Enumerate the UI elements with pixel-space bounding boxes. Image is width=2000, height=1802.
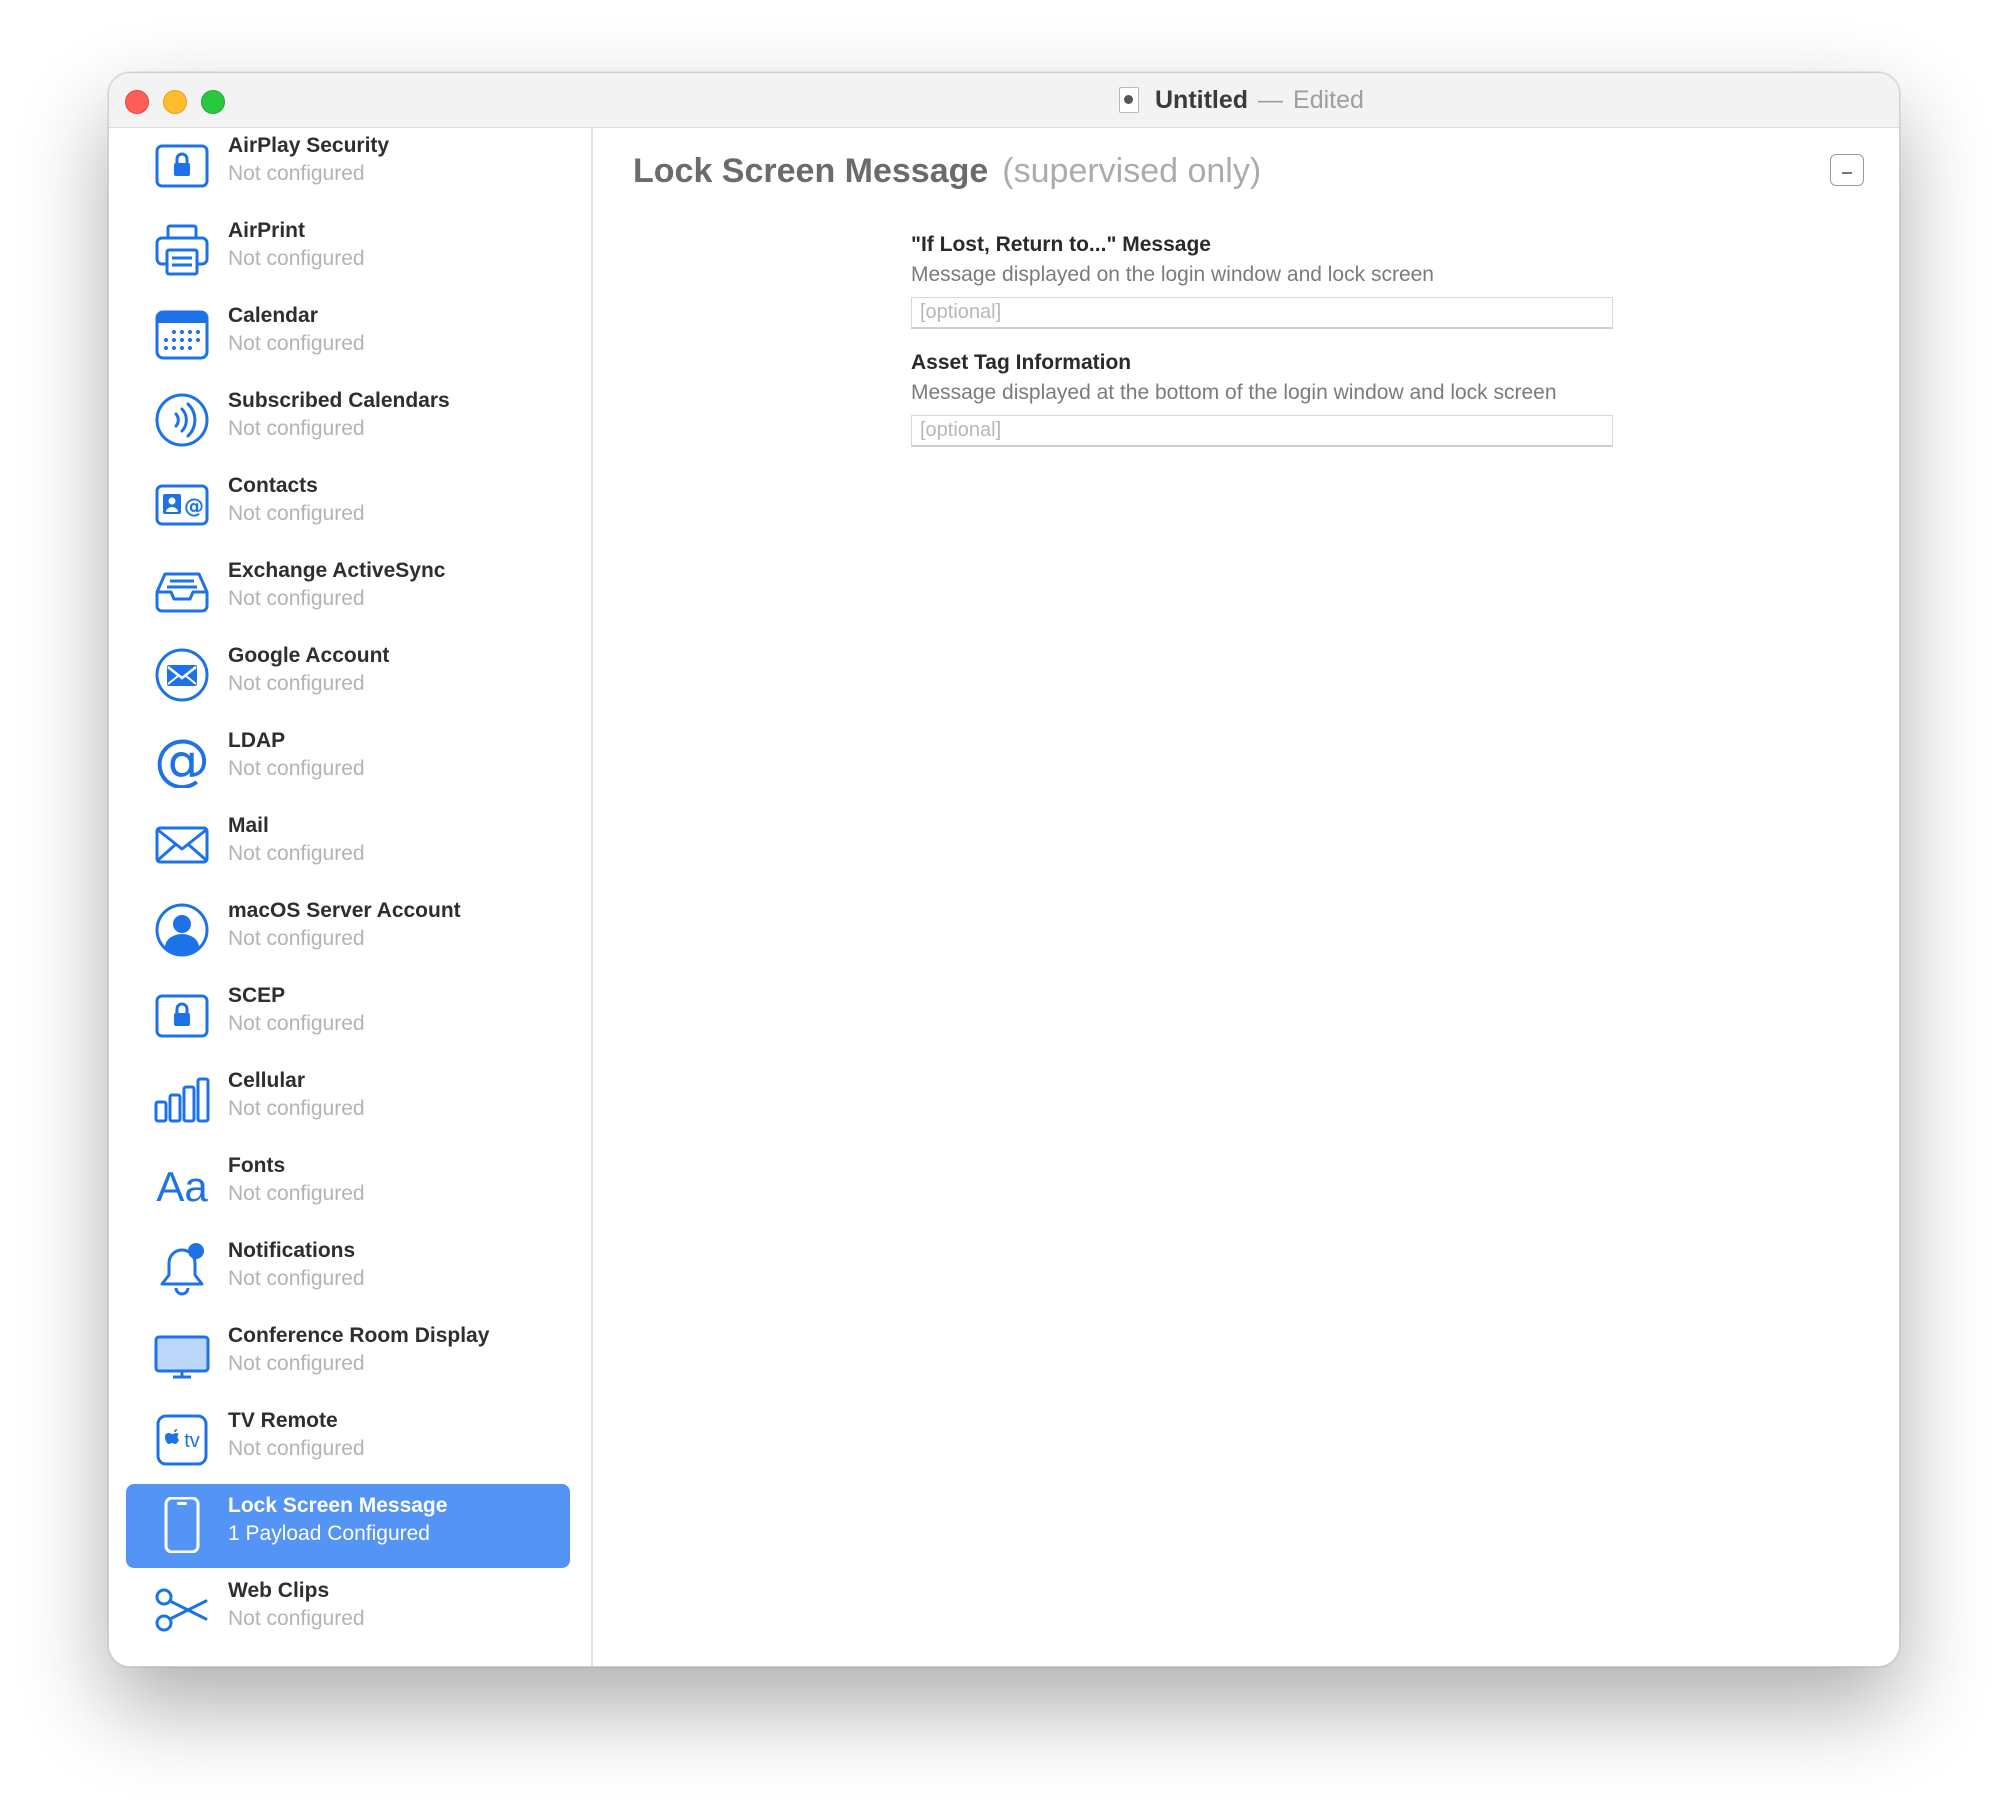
sidebar-item-title: Web Clips — [228, 1579, 330, 1602]
contact-card-icon: @ — [154, 477, 210, 533]
apple-tv-icon: tv — [154, 1412, 210, 1468]
sidebar-item-web-clips[interactable]: Web Clips Not configured — [126, 1569, 570, 1653]
display-icon — [154, 1327, 210, 1383]
iphone-icon — [154, 1497, 210, 1553]
sidebar-item-title: Notifications — [228, 1239, 356, 1262]
title-bar: Untitled — Edited — [109, 73, 1899, 128]
document-name[interactable]: Untitled — [1155, 86, 1248, 115]
sidebar-item-ldap[interactable]: @ LDAP Not configured — [126, 719, 570, 803]
sidebar-item-status: Not configured — [228, 1012, 365, 1035]
sidebar-item-airplay-security[interactable]: AirPlay Security Not configured — [126, 128, 570, 208]
sidebar-item-conference-room-display[interactable]: Conference Room Display Not configured — [126, 1314, 570, 1398]
sidebar-item-status: Not configured — [228, 1352, 365, 1375]
sidebar-item-status: Not configured — [228, 1437, 365, 1460]
edited-status: Edited — [1293, 85, 1364, 114]
sidebar-item-fonts[interactable]: Aa Fonts Not configured — [126, 1144, 570, 1228]
sidebar-item-title: Subscribed Calendars — [228, 389, 450, 412]
sidebar-item-title: TV Remote — [228, 1409, 338, 1432]
svg-text:tv: tv — [184, 1430, 200, 1452]
sidebar-item-calendar[interactable]: Calendar Not configured — [126, 294, 570, 378]
payload-title: Lock Screen Message (supervised only) — [633, 152, 1261, 191]
svg-text:@: @ — [184, 494, 204, 518]
close-window-button[interactable] — [125, 90, 149, 114]
sidebar-item-title: LDAP — [228, 729, 286, 752]
sidebar-item-status: 1 Payload Configured — [228, 1522, 430, 1545]
lost-message-input[interactable] — [911, 297, 1613, 329]
sidebar-item-title: Google Account — [228, 644, 390, 667]
minimize-window-button[interactable] — [163, 90, 187, 114]
document-proxy-icon[interactable] — [1119, 87, 1139, 113]
sidebar-item-exchange-activesync[interactable]: Exchange ActiveSync Not configured — [126, 549, 570, 633]
sidebar-item-scep[interactable]: SCEP Not configured — [126, 974, 570, 1058]
payload-name: Lock Screen Message — [633, 152, 989, 190]
sidebar-item-title: Fonts — [228, 1154, 286, 1177]
broadcast-icon — [154, 392, 210, 448]
sidebar-item-airprint[interactable]: AirPrint Not configured — [126, 209, 570, 293]
sidebar-item-status: Not configured — [228, 1607, 365, 1630]
sidebar-item-title: Lock Screen Message — [228, 1494, 448, 1517]
sidebar-item-notifications[interactable]: Notifications Not configured — [126, 1229, 570, 1313]
sidebar-item-tv-remote[interactable]: tv TV Remote Not configured — [126, 1399, 570, 1483]
sidebar-item-status: Not configured — [228, 247, 365, 270]
sidebar-item-title: Contacts — [228, 474, 318, 497]
lost-message-label: "If Lost, Return to..." Message — [911, 233, 1211, 256]
printer-icon — [154, 222, 210, 278]
scissors-icon — [154, 1582, 210, 1638]
title-separator: — — [1258, 85, 1284, 114]
sidebar-item-contacts[interactable]: @ Contacts Not configured — [126, 464, 570, 548]
sidebar-item-status: Not configured — [228, 332, 365, 355]
payload-sidebar[interactable]: AirPlay Security Not configured AirPrint… — [109, 128, 593, 1666]
sidebar-item-subscribed-calendars[interactable]: Subscribed Calendars Not configured — [126, 379, 570, 463]
sidebar-item-status: Not configured — [228, 502, 365, 525]
sidebar-item-mail[interactable]: Mail Not configured — [126, 804, 570, 888]
inbox-tray-icon — [154, 562, 210, 618]
remove-payload-button[interactable] — [1830, 154, 1864, 186]
sidebar-item-status: Not configured — [228, 417, 365, 440]
sidebar-item-title: AirPlay Security — [228, 134, 390, 157]
sidebar-item-title: Exchange ActiveSync — [228, 559, 446, 582]
sidebar-item-status: Not configured — [228, 672, 365, 695]
asset-tag-label: Asset Tag Information — [911, 351, 1132, 374]
calendar-icon — [154, 307, 210, 363]
sidebar-item-title: SCEP — [228, 984, 286, 1007]
sidebar-item-lock-screen-message[interactable]: Lock Screen Message 1 Payload Configured — [126, 1484, 570, 1568]
sidebar-item-title: Cellular — [228, 1069, 306, 1092]
font-icon: Aa — [154, 1157, 210, 1213]
sidebar-item-title: Mail — [228, 814, 269, 837]
svg-text:Aa: Aa — [156, 1163, 208, 1210]
sidebar-item-cellular[interactable]: Cellular Not configured — [126, 1059, 570, 1143]
sidebar-item-status: Not configured — [228, 757, 365, 780]
sidebar-item-status: Not configured — [228, 1182, 365, 1205]
payload-detail-pane: Lock Screen Message (supervised only) "If… — [593, 128, 1899, 1666]
sidebar-item-google-account[interactable]: Google Account Not configured — [126, 634, 570, 718]
sidebar-item-status: Not configured — [228, 1097, 365, 1120]
sidebar-item-status: Not configured — [228, 587, 365, 610]
bell-icon — [154, 1242, 210, 1298]
sidebar-item-status: Not configured — [228, 927, 365, 950]
sidebar-item-status: Not configured — [228, 162, 365, 185]
envelope-circle-icon — [154, 647, 210, 703]
envelope-icon — [154, 817, 210, 873]
sidebar-item-title: Calendar — [228, 304, 318, 327]
lock-icon — [154, 137, 210, 193]
app-window: Untitled — Edited AirPlay Security Not c… — [108, 72, 1900, 1667]
sidebar-item-title: AirPrint — [228, 219, 306, 242]
lost-message-description: Message displayed on the login window an… — [911, 263, 1434, 286]
person-circle-icon — [154, 902, 210, 958]
at-sign-icon: @ — [154, 732, 210, 788]
svg-text:@: @ — [154, 732, 210, 788]
sidebar-item-macos-server-account[interactable]: macOS Server Account Not configured — [126, 889, 570, 973]
signal-bars-icon — [154, 1072, 210, 1128]
zoom-window-button[interactable] — [201, 90, 225, 114]
payload-qualifier: (supervised only) — [1002, 152, 1262, 190]
lock-icon — [154, 987, 210, 1043]
sidebar-item-title: Conference Room Display — [228, 1324, 490, 1347]
window-title: Untitled — Edited — [1119, 83, 1364, 117]
sidebar-item-status: Not configured — [228, 842, 365, 865]
sidebar-item-status: Not configured — [228, 1267, 365, 1290]
asset-tag-input[interactable] — [911, 415, 1613, 447]
asset-tag-description: Message displayed at the bottom of the l… — [911, 381, 1557, 404]
sidebar-item-title: macOS Server Account — [228, 899, 461, 922]
